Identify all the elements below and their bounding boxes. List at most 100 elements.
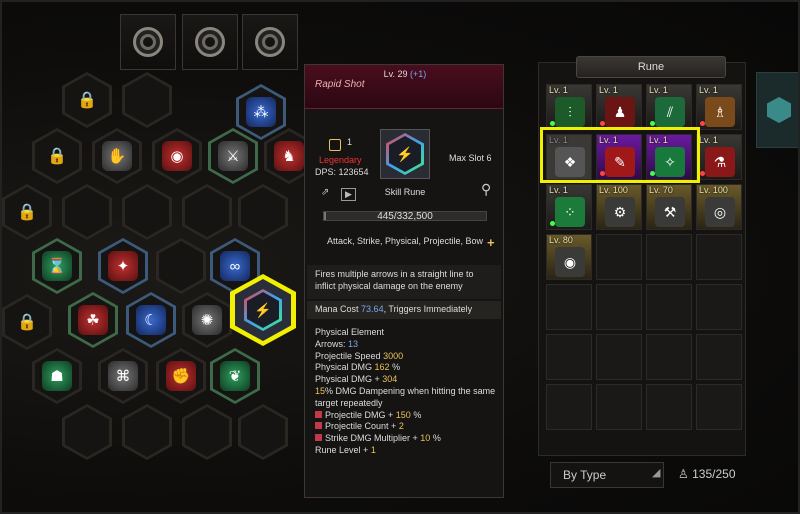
board-slot[interactable] bbox=[182, 404, 232, 460]
stat-dampening: 15% DMG Dampening when hitting the same … bbox=[315, 385, 496, 408]
rune-slot[interactable]: Lv. 1 ♗ bbox=[696, 84, 742, 130]
board-slot[interactable] bbox=[182, 184, 232, 240]
board-slot[interactable] bbox=[122, 72, 172, 128]
lock-icon: 🔒 bbox=[77, 92, 97, 109]
rarity-label: Legendary bbox=[319, 155, 362, 165]
board-slot[interactable] bbox=[156, 238, 206, 294]
magnifier-icon[interactable]: ⚲ bbox=[481, 181, 491, 198]
rune-slot[interactable]: Lv. 1 ♟ bbox=[596, 84, 642, 130]
rune-slot-empty[interactable] bbox=[696, 384, 742, 430]
grade-number: 1 bbox=[347, 137, 353, 147]
inventory-capacity: ♙ 135/250 bbox=[678, 467, 736, 481]
rune-slot-empty[interactable] bbox=[646, 284, 692, 330]
rune-icon: ⚒ bbox=[655, 197, 685, 227]
rune-slot-empty[interactable] bbox=[696, 334, 742, 380]
rune-tooltip: Rapid Shot Lv. 29 (+1) ⚡ 1 Legendary DPS… bbox=[304, 64, 504, 498]
board-slot-rune[interactable]: ❦ bbox=[210, 348, 260, 404]
rune-tab-icon bbox=[767, 97, 791, 123]
rune-slot-empty[interactable] bbox=[546, 334, 592, 380]
board-slot-rune[interactable]: ✋ bbox=[92, 128, 142, 184]
rune-description: Fires multiple arrows in a straight line… bbox=[307, 265, 501, 299]
stat-element: Physical Element bbox=[315, 327, 385, 337]
board-slot[interactable] bbox=[62, 404, 112, 460]
rune-slot[interactable]: Lv. 1 ⚗ bbox=[696, 134, 742, 180]
rune-ring-icon bbox=[133, 27, 163, 57]
game-screen: 🔒 ⁂ 🔒 ✋ ◉ ⚔ ♞ 🔒 ⌛ ✦ ∞ 🔒 ☘ ☾ ✺ ☗ ⌘ ✊ ❦ ⚡ bbox=[0, 0, 800, 514]
board-slot-rune[interactable]: ⌘ bbox=[98, 348, 148, 404]
rune-gem-icon: ☗ bbox=[42, 361, 72, 391]
rune-slot[interactable]: Lv. 1 ⫶ bbox=[546, 84, 592, 130]
board-slot-rune[interactable]: ☘ bbox=[68, 292, 118, 348]
board-slot[interactable] bbox=[122, 404, 172, 460]
rune-icon: ◉ bbox=[555, 247, 585, 277]
rune-slot-empty[interactable] bbox=[546, 384, 592, 430]
board-slot-rune[interactable]: ✊ bbox=[156, 348, 206, 404]
side-tab-button[interactable] bbox=[756, 72, 798, 148]
board-slot-rune[interactable]: ✦ bbox=[98, 238, 148, 294]
stat-rune-level: Rune Level + 1 bbox=[315, 444, 376, 455]
board-slot-rune[interactable]: ✺ bbox=[182, 292, 232, 348]
rune-slot-empty[interactable] bbox=[596, 234, 642, 280]
board-slot[interactable] bbox=[122, 184, 172, 240]
rune-slot[interactable]: Lv. 70 ⚒ bbox=[646, 184, 692, 230]
bonus-bullet-icon bbox=[315, 422, 322, 430]
stat-bonus-strike-multiplier: Strike DMG Multiplier + 10 % bbox=[315, 433, 499, 445]
rune-name: Rapid Shot bbox=[315, 79, 365, 90]
rune-slot-empty[interactable] bbox=[696, 284, 742, 330]
board-slot-rune[interactable]: ⚔ bbox=[208, 128, 258, 184]
rune-slot-empty[interactable] bbox=[596, 334, 642, 380]
rune-tags: Attack, Strike, Physical, Projectile, Bo… bbox=[326, 236, 484, 246]
board-slot-rune[interactable]: ☾ bbox=[126, 292, 176, 348]
rune-gem-icon: ✦ bbox=[108, 251, 138, 281]
rune-gem-icon: ♞ bbox=[274, 141, 304, 171]
rune-slot-empty[interactable] bbox=[696, 234, 742, 280]
chevron-down-icon[interactable]: ◢ bbox=[652, 466, 660, 479]
sort-dropdown[interactable]: By Type bbox=[550, 462, 664, 488]
rune-icon: ◎ bbox=[705, 197, 735, 227]
rune-gem-icon: ⁂ bbox=[246, 97, 276, 127]
rune-slot-empty[interactable] bbox=[646, 234, 692, 280]
rune-type-label: Skill Rune bbox=[384, 187, 426, 197]
rune-icon: ⫶ bbox=[555, 97, 585, 127]
rune-gem-icon: ⌘ bbox=[108, 361, 138, 391]
rune-icon: ⫽ bbox=[655, 97, 685, 127]
rune-gem-icon: ⌛ bbox=[42, 251, 72, 281]
rune-gem-icon: ⚔ bbox=[218, 141, 248, 171]
rune-icon: ⁘ bbox=[555, 197, 585, 227]
stat-arrows: Arrows: 13 bbox=[315, 338, 359, 349]
rune-slot[interactable]: Lv. 80 ◉ bbox=[546, 234, 592, 280]
rune-slot[interactable]: Lv. 1 ⁘ bbox=[546, 184, 592, 230]
rune-slot-empty[interactable] bbox=[646, 384, 692, 430]
lock-icon: 🔒 bbox=[17, 204, 37, 221]
board-slot-rune[interactable]: ⁂ bbox=[236, 84, 286, 140]
dps-value: DPS: 123654 bbox=[315, 167, 369, 177]
expand-tags-plus-icon[interactable]: + bbox=[487, 235, 495, 250]
board-slot-rune[interactable]: ⌛ bbox=[32, 238, 82, 294]
rune-gem-icon: ✋ bbox=[102, 141, 132, 171]
board-slot-locked[interactable]: 🔒 bbox=[32, 128, 82, 184]
rune-ring-icon bbox=[255, 27, 285, 57]
board-slot-locked[interactable]: 🔒 bbox=[2, 184, 52, 240]
rune-slot-empty[interactable] bbox=[596, 384, 642, 430]
rune-slot[interactable]: Lv. 100 ⚙ bbox=[596, 184, 642, 230]
bonus-bullet-icon bbox=[315, 410, 322, 418]
board-slot-locked[interactable]: 🔒 bbox=[2, 294, 52, 350]
board-slot[interactable] bbox=[238, 404, 288, 460]
board-slot[interactable] bbox=[62, 184, 112, 240]
rune-slot[interactable]: Lv. 100 ◎ bbox=[696, 184, 742, 230]
board-slot[interactable] bbox=[238, 184, 288, 240]
board-slot-rune[interactable]: ◉ bbox=[152, 128, 202, 184]
rune-ring-icon bbox=[195, 27, 225, 57]
rune-slot-empty[interactable] bbox=[646, 334, 692, 380]
mana-cost: Mana Cost 73.64, Triggers Immediately bbox=[307, 301, 501, 319]
stat-physical-flat: Physical DMG + 304 bbox=[315, 374, 398, 385]
rune-slot-empty[interactable] bbox=[546, 284, 592, 330]
rune-slot-empty[interactable] bbox=[596, 284, 642, 330]
rune-slot[interactable]: Lv. 1 ⫽ bbox=[646, 84, 692, 130]
board-slot-locked[interactable]: 🔒 bbox=[62, 72, 112, 128]
highlight-box bbox=[540, 127, 700, 183]
rune-icon: ♗ bbox=[705, 97, 735, 127]
bonus-bullet-icon bbox=[315, 434, 322, 442]
board-slot-rune[interactable]: ☗ bbox=[32, 348, 82, 404]
rune-panel-title: Rune bbox=[576, 56, 726, 78]
